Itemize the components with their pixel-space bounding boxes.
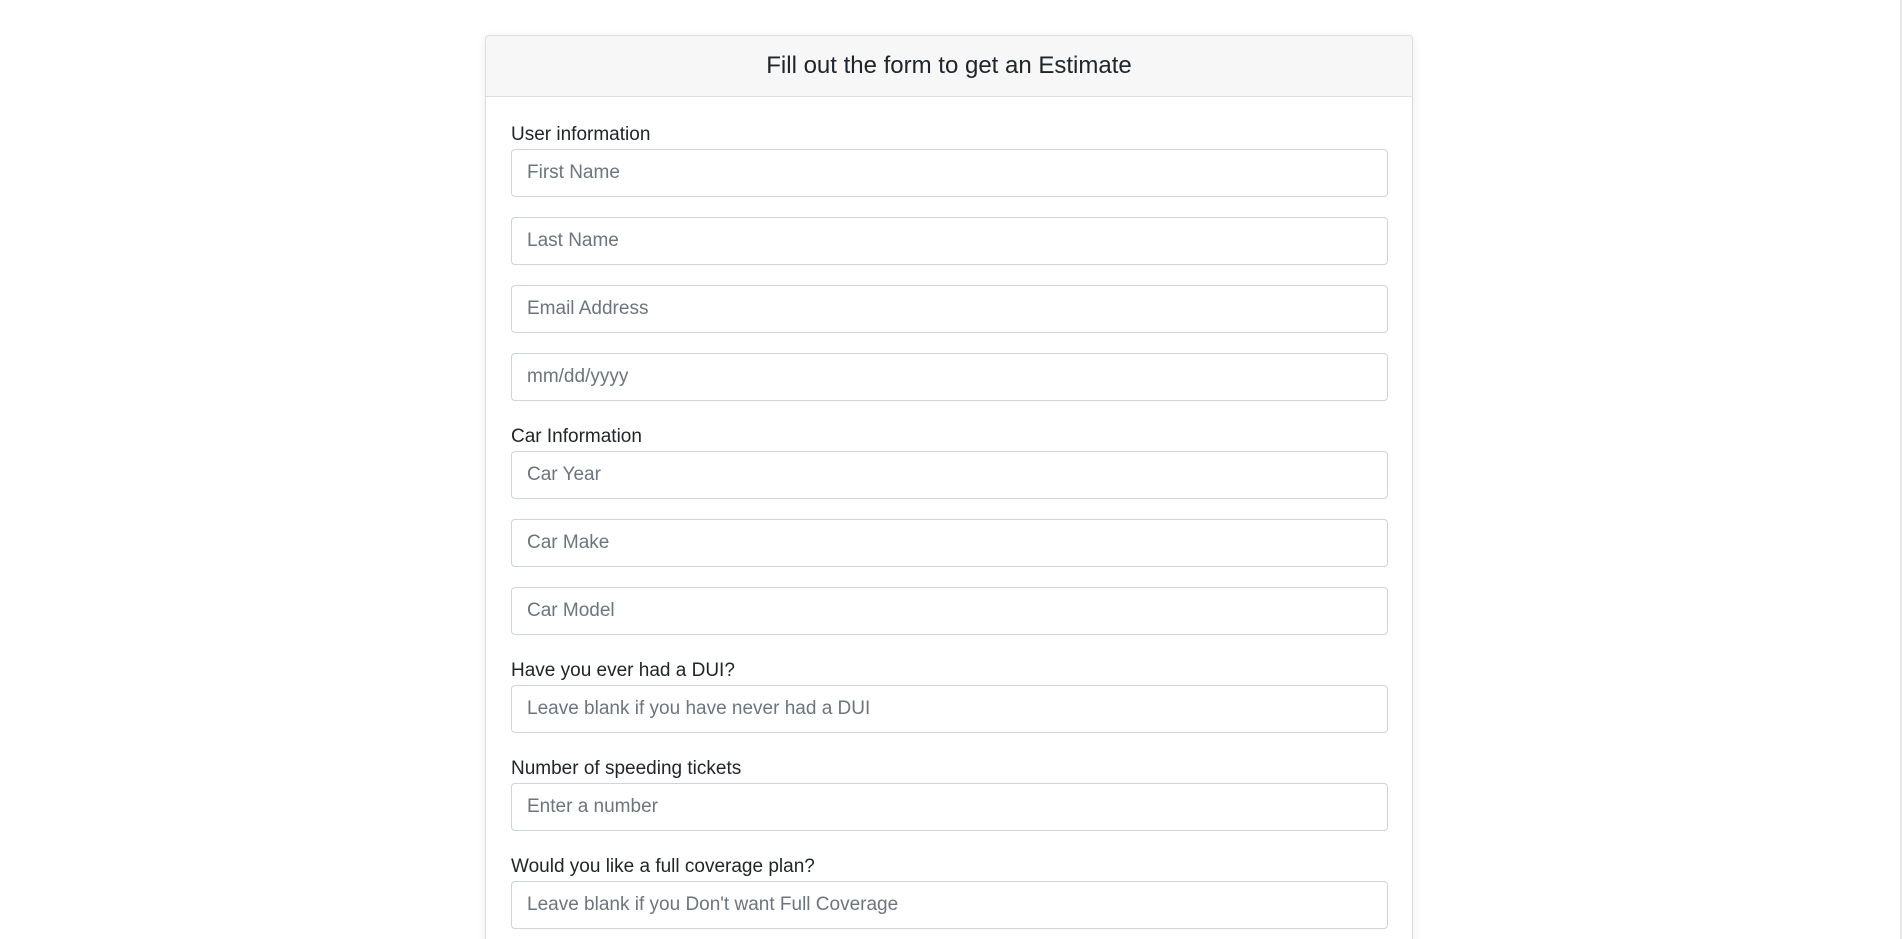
car-model-input[interactable]: [511, 587, 1388, 635]
page: Fill out the form to get an Estimate Use…: [0, 0, 1902, 939]
estimate-form-card: Fill out the form to get an Estimate Use…: [485, 35, 1413, 939]
first-name-input[interactable]: [511, 149, 1388, 197]
last-name-input[interactable]: [511, 217, 1388, 265]
dui-input[interactable]: [511, 685, 1388, 733]
form-body: User information Car Information Have yo…: [486, 124, 1412, 929]
car-make-input[interactable]: [511, 519, 1388, 567]
car-year-input[interactable]: [511, 451, 1388, 499]
user-information-label: User information: [511, 124, 651, 145]
speeding-tickets-input[interactable]: [511, 783, 1388, 831]
full-coverage-input[interactable]: [511, 881, 1388, 929]
speeding-tickets-label: Number of speeding tickets: [511, 758, 742, 779]
full-coverage-label: Would you like a full coverage plan?: [511, 856, 815, 877]
email-input[interactable]: [511, 285, 1388, 333]
dui-question-label: Have you ever had a DUI?: [511, 660, 735, 681]
date-of-birth-input[interactable]: [511, 353, 1388, 401]
car-information-label: Car Information: [511, 426, 642, 447]
form-title: Fill out the form to get an Estimate: [486, 36, 1412, 97]
